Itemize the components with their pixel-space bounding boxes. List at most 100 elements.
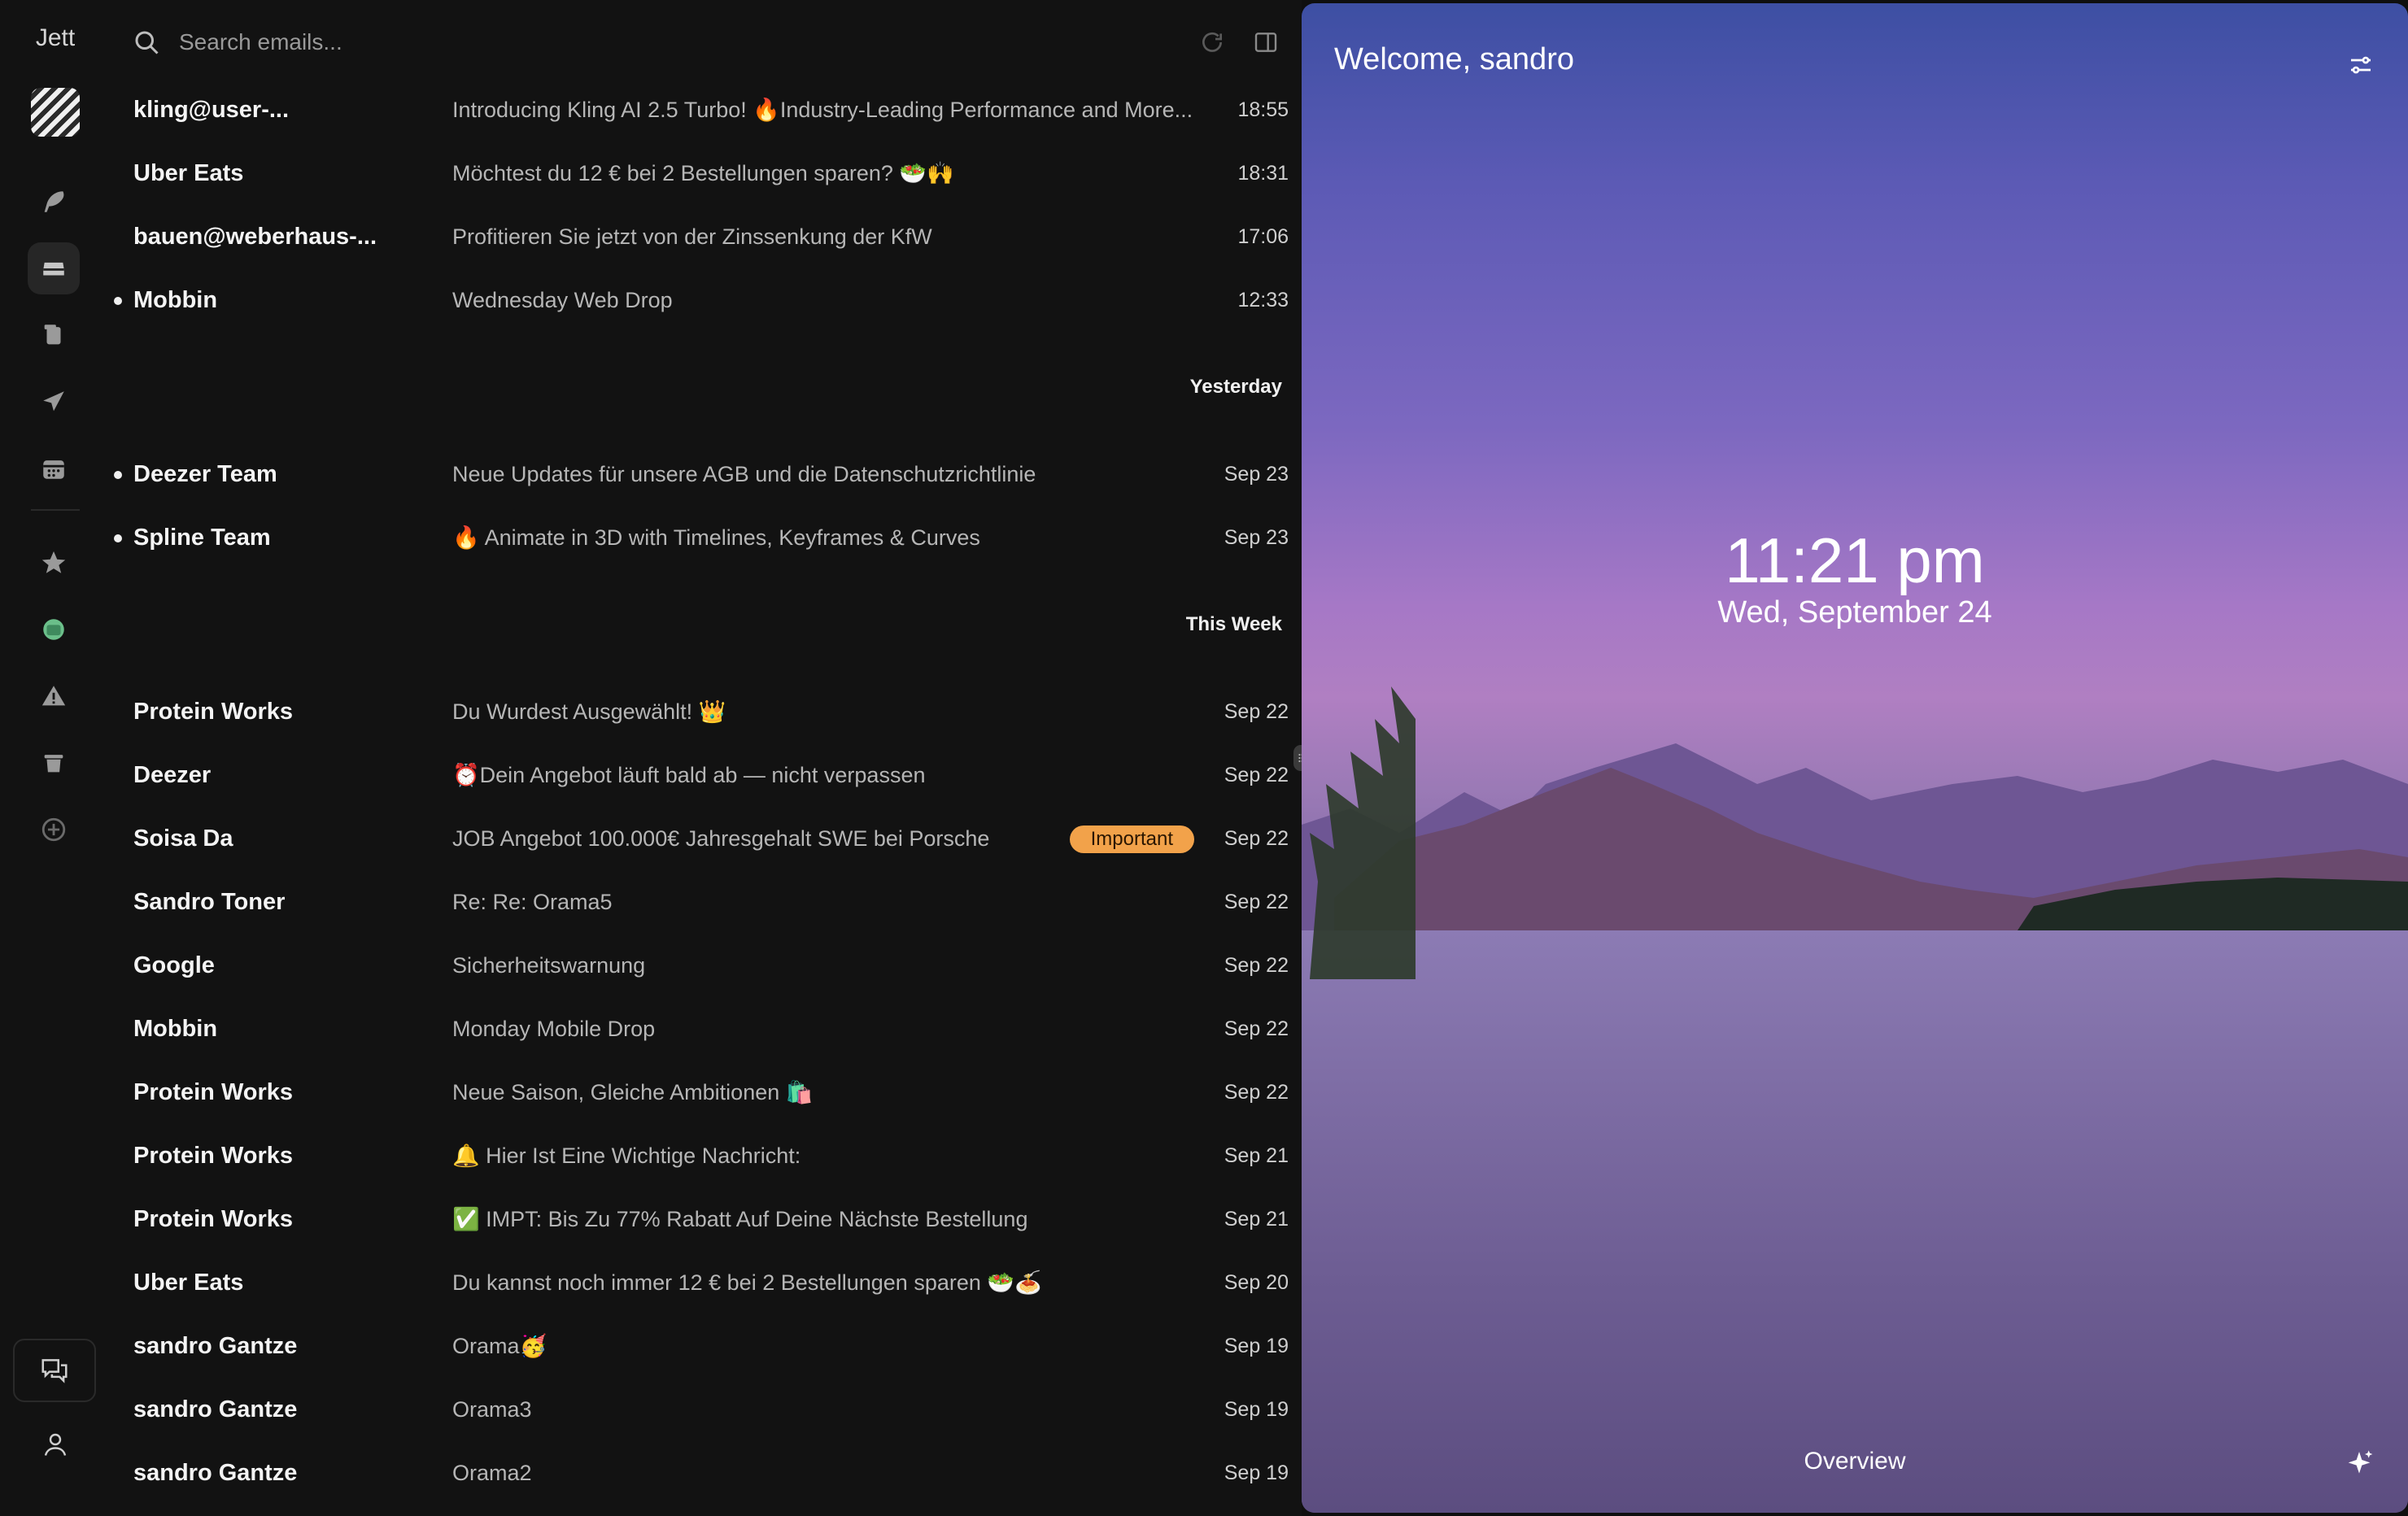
trash-icon[interactable] — [28, 737, 80, 789]
email-row[interactable]: Protein Works ✅ IMPT: Bis Zu 77% Rabatt A… — [111, 1187, 1302, 1251]
email-sender: Deezer — [133, 762, 212, 788]
email-date: Sep 19 — [1224, 1398, 1289, 1421]
email-date: 18:55 — [1237, 98, 1289, 121]
email-date: Sep 22 — [1224, 1017, 1289, 1040]
email-row[interactable]: Mobbin Wednesday Web Drop 12:33 — [111, 268, 1302, 332]
email-sender: Mobbin — [133, 287, 218, 313]
lake-reflection — [1302, 930, 2408, 1513]
warning-icon[interactable] — [28, 670, 80, 722]
send-icon[interactable] — [28, 376, 80, 428]
email-date: Sep 19 — [1224, 1462, 1289, 1484]
files-icon[interactable] — [28, 309, 80, 361]
email-sender: Protein Works — [133, 1143, 294, 1169]
tree-silhouette — [1310, 686, 1416, 979]
email-row[interactable]: Google Sicherheitswarnung Sep 22 — [111, 934, 1302, 997]
sliders-icon[interactable] — [2346, 50, 2375, 80]
email-subject: Profitieren Sie jetzt von der Zinssenkun… — [452, 224, 932, 249]
email-date: 17:06 — [1237, 225, 1289, 248]
email-row[interactable]: Sandro Toner Re: Re: Orama5 Sep 22 — [111, 870, 1302, 934]
group-label-this-week: This Week — [1185, 613, 1282, 635]
email-row[interactable]: Protein Works 🔔 Hier Ist Eine Wichtige Na… — [111, 1124, 1302, 1187]
email-row[interactable]: Protein Works Neue Saison, Gleiche Ambiti… — [111, 1061, 1302, 1124]
email-sender: sandro Gantze — [133, 1396, 298, 1422]
email-row[interactable]: Deezer Team Neue Updates für unsere AGB u… — [111, 442, 1302, 506]
email-subject: Introducing Kling AI 2.5 Turbo! 🔥Industr… — [452, 98, 1193, 122]
email-row[interactable]: kling@user-... Introducing Kling AI 2.5 T… — [111, 78, 1302, 142]
email-date: 12:33 — [1237, 289, 1289, 311]
email-subject: Du kannst noch immer 12 € bei 2 Bestellu… — [452, 1270, 1042, 1295]
welcome-panel: Welcome, sandro 11:21 pm Wed, September … — [1302, 3, 2408, 1513]
split-view-icon[interactable] — [1250, 26, 1282, 59]
email-date: Sep 22 — [1224, 700, 1289, 723]
add-icon[interactable] — [28, 804, 80, 856]
email-sender: bauen@weberhaus-... — [133, 224, 377, 250]
email-sender: Spline Team — [133, 525, 271, 551]
email-sender: Deezer Team — [133, 461, 277, 487]
email-row[interactable]: Protein Works Du Wurdest Ausgewählt! 👑 Sep… — [111, 680, 1302, 743]
email-subject: ⏰Dein Angebot läuft bald ab — nicht verp… — [452, 763, 926, 787]
email-row[interactable]: sandro Gantze Orama🥳 Sep 19 — [111, 1314, 1302, 1378]
email-date: Sep 22 — [1224, 954, 1289, 977]
overview-button[interactable]: Overview — [1302, 1448, 2408, 1475]
email-sender: kling@user-... — [133, 97, 290, 123]
email-date: Sep 22 — [1224, 1081, 1289, 1104]
email-sender: Protein Works — [133, 1079, 294, 1105]
email-date: Sep 21 — [1224, 1208, 1289, 1231]
important-badge: Important — [1069, 826, 1194, 853]
email-subject: Neue Updates für unsere AGB und die Date… — [452, 462, 1036, 486]
group-label-yesterday: Yesterday — [1189, 376, 1282, 398]
mountain-landscape — [1302, 743, 2408, 947]
unread-dot — [114, 297, 122, 305]
email-sender: Uber Eats — [133, 160, 244, 186]
unread-dot — [114, 471, 122, 479]
email-date: Sep 22 — [1224, 764, 1289, 786]
email-row[interactable]: Uber Eats Möchtest du 12 € bei 2 Bestellu… — [111, 142, 1302, 205]
search-icon — [135, 31, 159, 54]
unread-dot — [114, 534, 122, 542]
email-subject: Neue Saison, Gleiche Ambitionen 🛍️ — [452, 1080, 814, 1104]
email-row[interactable]: Uber Eats Du kannst noch immer 12 € bei 2… — [111, 1251, 1302, 1314]
email-date: Sep 21 — [1224, 1144, 1289, 1167]
chat-button[interactable] — [13, 1339, 96, 1402]
app-brand: Jett — [35, 24, 76, 51]
email-subject: 🔔 Hier Ist Eine Wichtige Nachricht: — [452, 1144, 801, 1168]
calendar-icon[interactable] — [28, 442, 80, 494]
account-avatar[interactable] — [31, 88, 80, 137]
email-row[interactable]: sandro Gantze Orama2 Sep 19 — [111, 1441, 1302, 1505]
email-row[interactable]: Mobbin Monday Mobile Drop Sep 22 — [111, 997, 1302, 1061]
email-sender: Protein Works — [133, 699, 294, 725]
email-subject: Orama🥳 — [452, 1334, 547, 1358]
email-sender: Soisa Da — [133, 826, 233, 852]
archive-icon[interactable] — [28, 603, 80, 656]
email-date: Sep 19 — [1224, 1335, 1289, 1357]
email-row[interactable]: sandro Gantze Orama3 Sep 19 — [111, 1378, 1302, 1441]
email-date: Sep 23 — [1224, 463, 1289, 486]
clock-date: Wed, September 24 — [1717, 595, 1992, 629]
rail-divider — [31, 509, 80, 511]
sparkle-icon[interactable] — [2343, 1448, 2375, 1480]
search-bar — [111, 0, 1302, 85]
email-sender: Google — [133, 952, 215, 978]
user-icon — [44, 1433, 67, 1456]
email-date: Sep 23 — [1224, 526, 1289, 549]
email-sender: Protein Works — [133, 1206, 294, 1232]
left-rail: Jett — [0, 0, 111, 1516]
email-subject: Du Wurdest Ausgewählt! 👑 — [452, 699, 726, 724]
profile-button[interactable] — [33, 1422, 78, 1467]
star-icon[interactable] — [28, 537, 80, 589]
email-subject: Orama2 — [452, 1461, 532, 1485]
inbox-icon[interactable] — [28, 242, 80, 294]
clock-time: 11:21 pm — [1725, 525, 1985, 596]
email-row[interactable]: bauen@weberhaus-... Profitieren Sie jetzt… — [111, 205, 1302, 268]
email-sender: Uber Eats — [133, 1270, 244, 1296]
email-sender: sandro Gantze — [133, 1333, 298, 1359]
email-row[interactable]: Soisa Da JOB Angebot 100.000€ Jahresgehal… — [111, 807, 1302, 870]
feather-icon[interactable] — [28, 176, 80, 228]
email-date: Sep 22 — [1224, 891, 1289, 913]
email-row[interactable]: Deezer ⏰Dein Angebot läuft bald ab — nich… — [111, 743, 1302, 807]
email-subject: ✅ IMPT: Bis Zu 77% Rabatt Auf Deine Näch… — [452, 1207, 1028, 1231]
search-input[interactable] — [179, 21, 911, 63]
email-row[interactable]: Spline Team 🔥 Animate in 3D with Timeline… — [111, 506, 1302, 569]
refresh-icon[interactable] — [1196, 26, 1228, 59]
email-date: Sep 20 — [1224, 1271, 1289, 1294]
